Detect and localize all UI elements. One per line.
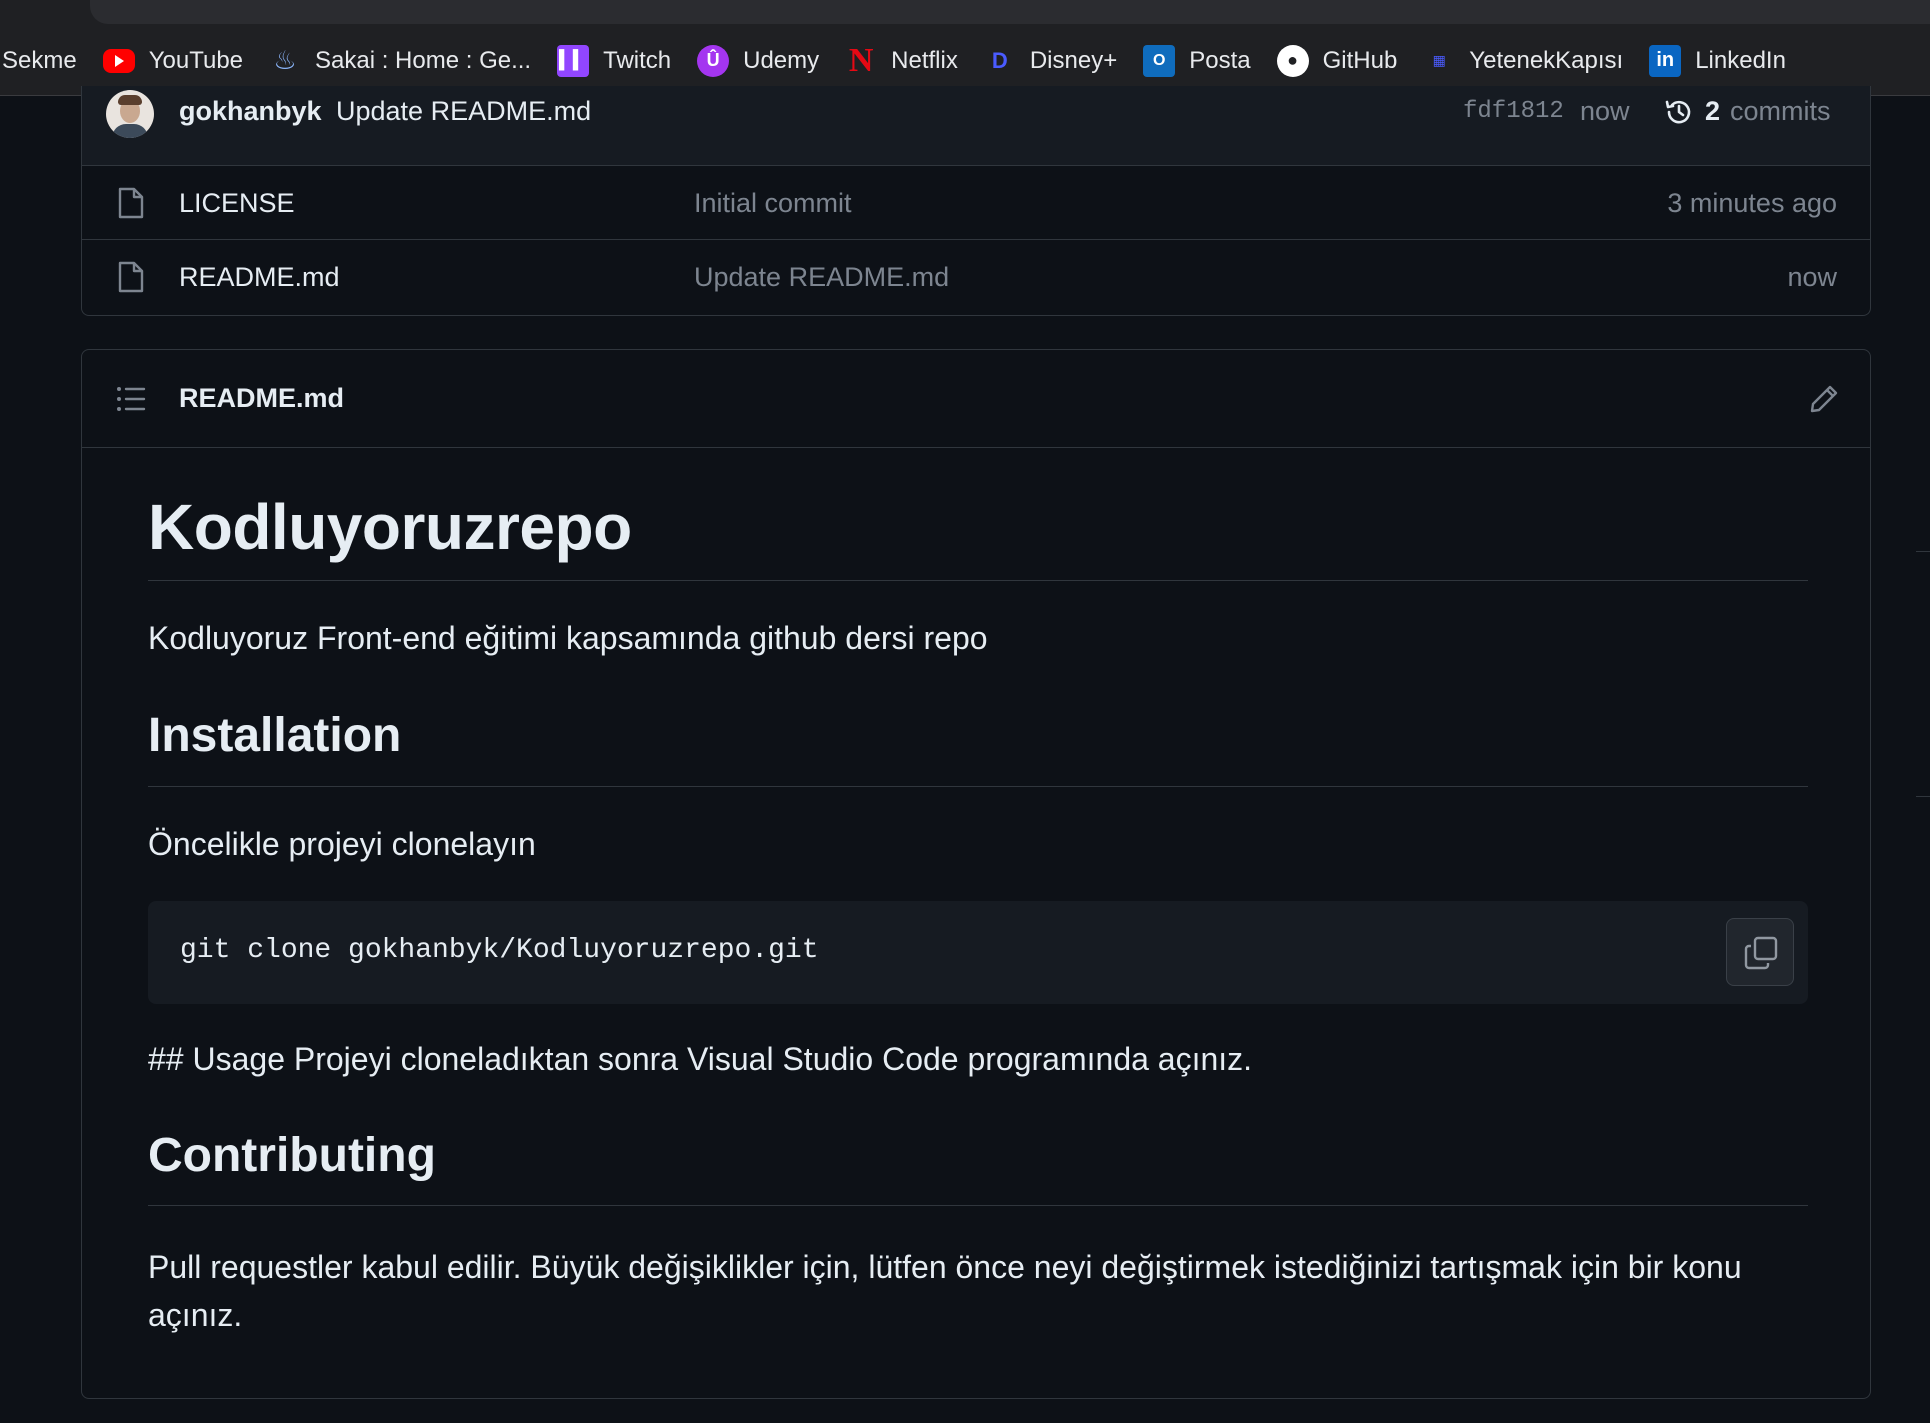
bookmark-label: Sekme <box>2 46 77 74</box>
installation-heading: Installation <box>148 709 402 762</box>
readme-paragraph: Öncelikle projeyi clonelayın <box>148 826 536 862</box>
table-row[interactable]: LICENSE Initial commit 3 minutes ago <box>82 166 1870 240</box>
history-icon[interactable] <box>1663 96 1695 128</box>
commits-link[interactable]: commits <box>1730 96 1831 127</box>
readme-panel: README.md Kodluyoruzrepo Kodluyoruz Fron… <box>81 349 1871 1399</box>
commit-sha-link[interactable]: fdf1812 <box>1463 98 1564 125</box>
readme-filename-link[interactable]: README.md <box>179 383 344 414</box>
readme-heading: Kodluyoruzrepo <box>148 491 632 563</box>
youtube-icon <box>102 48 135 73</box>
bookmark-label: Disney+ <box>1029 46 1118 74</box>
disney-icon: D <box>991 47 1008 73</box>
bookmark-label: Udemy <box>743 46 820 74</box>
readme-header: README.md <box>82 350 1870 448</box>
outlook-icon: O <box>1143 44 1176 77</box>
readme-paragraph: ## Usage Projeyi cloneladıktan sonra Vis… <box>148 1041 1253 1077</box>
commit-time: now <box>1580 96 1630 126</box>
bookmark-label: YouTube <box>148 46 244 74</box>
linkedin-icon: in <box>1649 44 1682 77</box>
bookmark-sekme[interactable]: Sekme <box>0 26 91 95</box>
right-sidebar-edge <box>1916 96 1930 1423</box>
file-name-link[interactable]: README.md <box>179 262 340 293</box>
divider <box>148 1205 1808 1206</box>
copy-icon <box>1744 936 1778 970</box>
file-icon <box>118 261 144 293</box>
table-row[interactable]: README.md Update README.md now <box>82 240 1870 314</box>
file-icon <box>118 187 144 219</box>
browser-tab-strip <box>0 0 1930 26</box>
bookmark-label: GitHub <box>1322 46 1398 74</box>
bookmark-label: YetenekKapısı <box>1469 46 1624 74</box>
divider <box>148 580 1808 581</box>
bookmark-label: Sakai : Home : Ge... <box>315 46 532 74</box>
sakai-icon: ♨ <box>273 45 297 75</box>
bookmark-label: LinkedIn <box>1695 46 1786 74</box>
netflix-icon: N <box>848 41 874 79</box>
outline-list-icon[interactable] <box>116 386 146 412</box>
divider <box>1916 796 1930 797</box>
divider <box>1916 551 1930 552</box>
code-block: git clone gokhanbyk/Kodluyoruzrepo.git <box>148 901 1808 1004</box>
file-commit-link[interactable]: Update README.md <box>694 262 949 293</box>
code-text[interactable]: git clone gokhanbyk/Kodluyoruzrepo.git <box>180 935 819 966</box>
file-name-link[interactable]: LICENSE <box>179 188 295 219</box>
file-time: 3 minutes ago <box>1667 188 1837 218</box>
twitch-icon: ▍▍ <box>557 44 590 77</box>
github-icon: ● <box>1276 44 1309 77</box>
commit-message-link[interactable]: Update README.md <box>336 96 591 127</box>
commits-count[interactable]: 2 <box>1705 96 1720 127</box>
file-list: gokhanbyk Update README.md fdf1812 now 2… <box>81 86 1871 316</box>
file-commit-link[interactable]: Initial commit <box>694 188 852 219</box>
readme-paragraph: Pull requestler kabul edilir. Büyük deği… <box>148 1249 1742 1333</box>
bookmark-label: Twitch <box>603 46 672 74</box>
bookmark-label: Netflix <box>891 46 958 74</box>
readme-paragraph: Kodluyoruz Front-end eğitimi kapsamında … <box>148 620 988 656</box>
copy-button[interactable] <box>1726 918 1794 986</box>
latest-commit-bar: gokhanbyk Update README.md fdf1812 now 2… <box>82 86 1870 166</box>
pencil-icon[interactable] <box>1808 383 1840 415</box>
udemy-icon: Û <box>697 44 730 77</box>
bookmark-label: Posta <box>1189 46 1251 74</box>
file-time: now <box>1787 262 1837 292</box>
avatar[interactable] <box>106 90 154 138</box>
divider <box>148 786 1808 787</box>
address-bar[interactable] <box>90 0 1930 24</box>
yetenekkapisi-icon: ▦ <box>1432 52 1446 68</box>
commit-author-link[interactable]: gokhanbyk <box>179 96 322 127</box>
contributing-heading: Contributing <box>148 1129 436 1182</box>
